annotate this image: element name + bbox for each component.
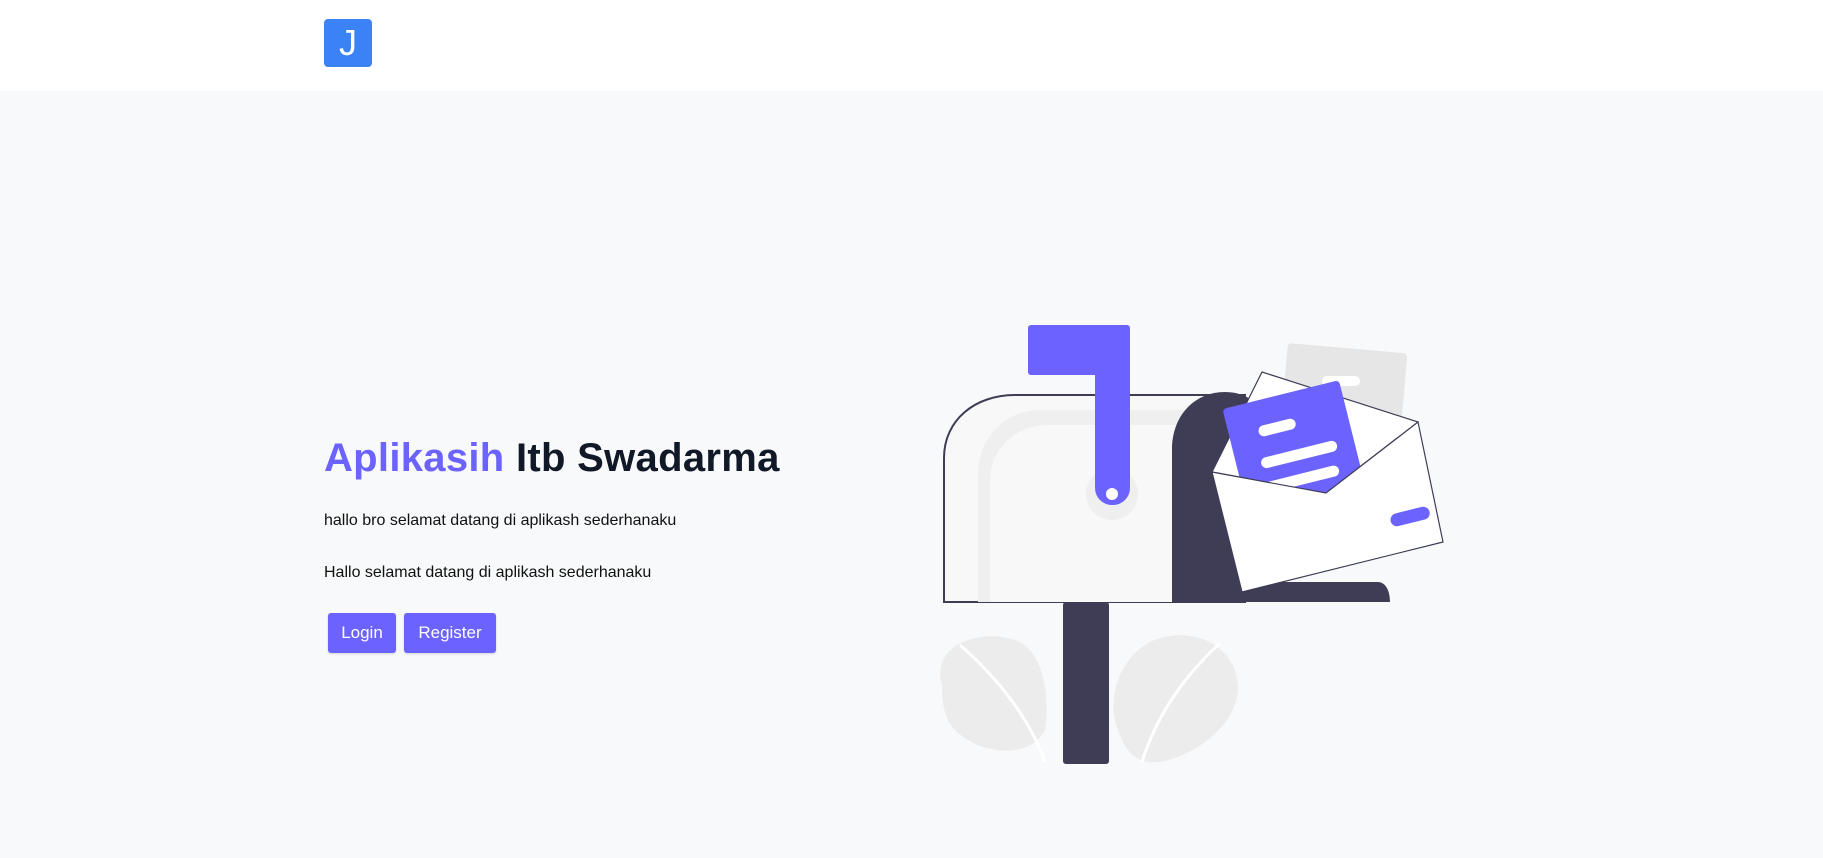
title-rest: Itb Swadarma — [515, 436, 780, 480]
brand-logo[interactable]: J — [324, 19, 372, 67]
mailbox-post — [1063, 602, 1109, 764]
page-title: Aplikasih Itb Swadarma — [324, 436, 780, 481]
mailbox-illustration — [940, 325, 1444, 764]
hero-text-2: Hallo selamat datang di aplikash sederha… — [324, 564, 652, 581]
register-button[interactable]: Register — [404, 613, 496, 653]
envelope — [1211, 371, 1444, 593]
hero-text-1: hallo bro selamat datang di aplikash sed… — [324, 512, 677, 529]
top-navbar: J — [0, 0, 1823, 91]
hero-section — [0, 91, 1823, 858]
title-accent: Aplikasih — [324, 436, 505, 480]
login-button[interactable]: Login — [328, 613, 396, 653]
